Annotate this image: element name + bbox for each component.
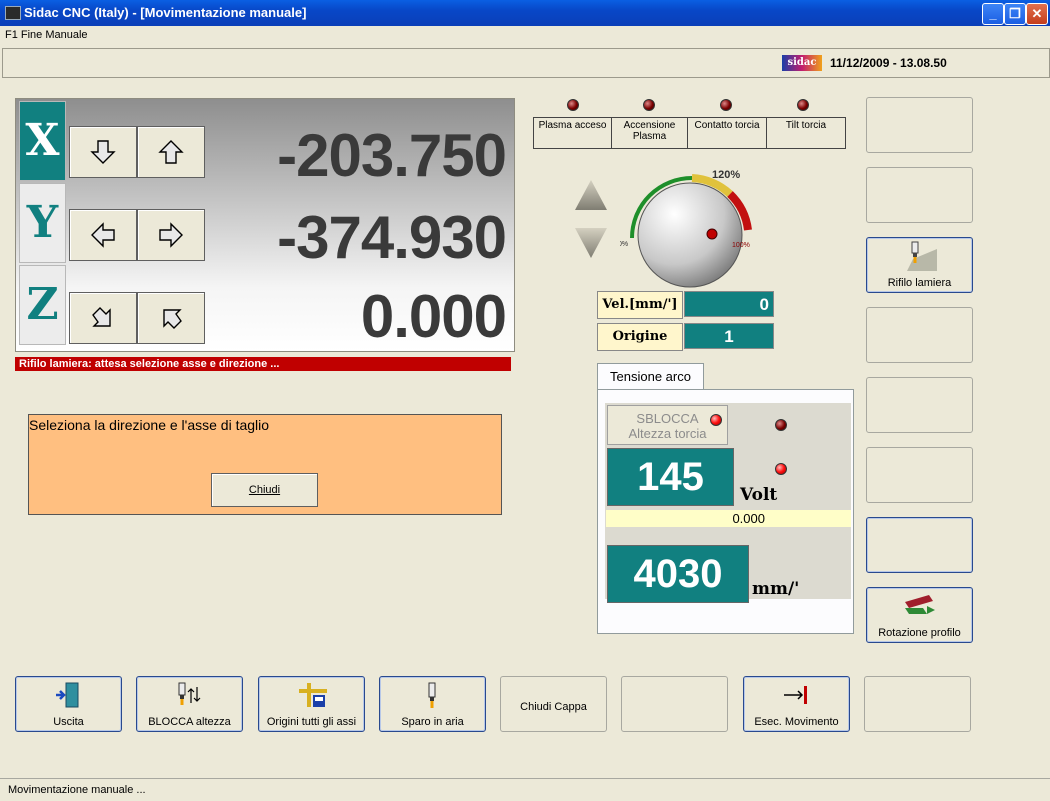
rifilo-lamiera-button[interactable]: Rifilo lamiera — [866, 237, 973, 293]
x-down-arrow-button[interactable] — [69, 126, 137, 178]
sblocca-line2: Altezza torcia — [628, 426, 707, 441]
uscita-label: Uscita — [53, 716, 84, 728]
vel-label: Vel.[mm/'] — [597, 291, 683, 319]
indicator-label: Plasma acceso — [534, 118, 612, 148]
led-plasma-acceso — [567, 99, 579, 111]
menu-fine-manuale[interactable]: F1 Fine Manuale — [5, 29, 88, 41]
y-right-arrow-button[interactable] — [137, 209, 205, 261]
z-up-diagonal-button[interactable] — [137, 292, 205, 344]
rifilo-status-bar: Rifilo lamiera: attesa selezione asse e … — [15, 357, 511, 371]
rotazione-profilo-button[interactable]: Rotazione profilo — [866, 587, 973, 643]
rifilo-lamiera-label: Rifilo lamiera — [887, 277, 952, 289]
y-left-arrow-button[interactable] — [69, 209, 137, 261]
origine-value: 1 — [684, 323, 774, 349]
axis-z-select[interactable]: Z — [19, 265, 66, 345]
origini-assi-label: Origini tutti gli assi — [266, 716, 357, 728]
rotate-profile-icon — [905, 595, 935, 614]
indicator-label: Tilt torcia — [785, 120, 827, 131]
sidac-logo: sidac — [782, 55, 822, 71]
title-bar: Sidac CNC (Italy) - [Movimentazione manu… — [0, 0, 1050, 26]
chiudi-cappa-label: Chiudi Cappa — [520, 701, 587, 713]
indicator-label: Accensione Plasma — [612, 118, 688, 148]
origins-icon — [299, 683, 327, 707]
datetime-display: 11/12/2009 - 13.08.50 — [830, 56, 947, 70]
trim-sheet-icon — [907, 241, 937, 271]
indicator-label: Contatto torcia — [688, 118, 767, 148]
vel-value: 0 — [684, 291, 774, 317]
indicator-table: Plasma acceso Accensione Plasma Contatto… — [533, 117, 846, 149]
close-button[interactable]: ✕ — [1026, 3, 1048, 25]
esec-movimento-button[interactable]: Esec. Movimento — [743, 676, 850, 732]
arrow-up-icon — [158, 140, 184, 164]
plasma-torch-icon — [428, 682, 436, 708]
knob-max-label: 120% — [712, 169, 740, 181]
arc-reading: 0.000 — [606, 510, 851, 527]
x-up-arrow-button[interactable] — [137, 126, 205, 178]
y-axis-value: -374.930 — [277, 204, 507, 271]
app-icon — [5, 6, 21, 20]
feed-override-knob[interactable]: 120% 0% 100% — [620, 168, 760, 288]
led-contatto-torcia — [720, 99, 732, 111]
right-button-5[interactable] — [866, 377, 973, 433]
uscita-button[interactable]: Uscita — [15, 676, 122, 732]
tab-tensione-arco[interactable]: Tensione arco — [597, 363, 704, 390]
sparo-in-aria-label: Sparo in aria — [401, 716, 464, 728]
status-text: Movimentazione manuale ... — [8, 784, 146, 796]
sparo-in-aria-button[interactable]: Sparo in aria — [379, 676, 486, 732]
chiudi-cappa-button[interactable]: Chiudi Cappa — [500, 676, 607, 732]
restore-button[interactable]: ❐ — [1004, 3, 1026, 25]
blocca-altezza-button[interactable]: BLOCCA altezza — [136, 676, 243, 732]
origini-assi-button[interactable]: Origini tutti gli assi — [258, 676, 365, 732]
speed-up-icon[interactable] — [575, 180, 607, 210]
speed-unit: mm/' — [752, 579, 800, 599]
rotazione-profilo-label: Rotazione profilo — [878, 627, 961, 639]
status-led-1 — [775, 419, 787, 431]
menu-bar: F1 Fine Manuale — [0, 26, 1050, 44]
led-accensione-plasma — [643, 99, 655, 111]
chiudi-button[interactable]: Chiudi — [211, 473, 318, 507]
right-button-2[interactable] — [866, 167, 973, 223]
message-text: Seleziona la direzione e l'asse di tagli… — [29, 417, 270, 433]
bottom-button-8[interactable] — [864, 676, 971, 732]
arrow-diagonal-down-icon — [92, 307, 111, 327]
arrow-diagonal-up-icon — [163, 309, 182, 329]
speed-arrows — [575, 180, 607, 258]
arrow-down-icon — [90, 140, 116, 164]
z-down-diagonal-button[interactable] — [69, 292, 137, 344]
minimize-button[interactable]: _ — [982, 3, 1004, 25]
arrow-left-icon — [91, 222, 115, 248]
execute-move-icon — [784, 686, 807, 704]
window-title: Sidac CNC (Italy) - [Movimentazione manu… — [24, 5, 307, 20]
esec-movimento-label: Esec. Movimento — [754, 716, 839, 728]
right-button-7[interactable] — [866, 517, 973, 573]
volt-value: 145 — [607, 448, 734, 506]
right-button-1[interactable] — [866, 97, 973, 153]
blocca-altezza-label: BLOCCA altezza — [148, 716, 231, 728]
arrow-right-icon — [159, 222, 183, 248]
knob-min-label: 0% — [620, 241, 628, 248]
torch-lock-icon — [178, 682, 201, 705]
speed-value: 4030 — [607, 545, 749, 603]
chiudi-label: Chiudi — [248, 484, 281, 496]
volt-unit: Volt — [740, 485, 778, 505]
speed-down-icon[interactable] — [575, 228, 607, 258]
z-axis-value: 0.000 — [360, 283, 507, 350]
knob-mid-label: 100% — [732, 242, 750, 249]
sblocca-led — [710, 414, 722, 426]
axes-panel: X Y Z -203.750 -374.930 0.000 — [15, 98, 515, 352]
right-button-4[interactable] — [866, 307, 973, 363]
axis-x-select[interactable]: X — [19, 101, 66, 181]
led-tilt-torcia — [797, 99, 809, 111]
bottom-button-6[interactable] — [621, 676, 728, 732]
axis-y-select[interactable]: Y — [19, 183, 66, 263]
origine-label: Origine — [597, 323, 683, 351]
x-axis-value: -203.750 — [277, 122, 507, 189]
status-bar: Movimentazione manuale ... — [0, 778, 1050, 801]
exit-door-icon — [56, 682, 79, 708]
status-led-2 — [775, 463, 787, 475]
sblocca-altezza-button[interactable]: SBLOCCA Altezza torcia — [607, 405, 728, 445]
right-button-6[interactable] — [866, 447, 973, 503]
